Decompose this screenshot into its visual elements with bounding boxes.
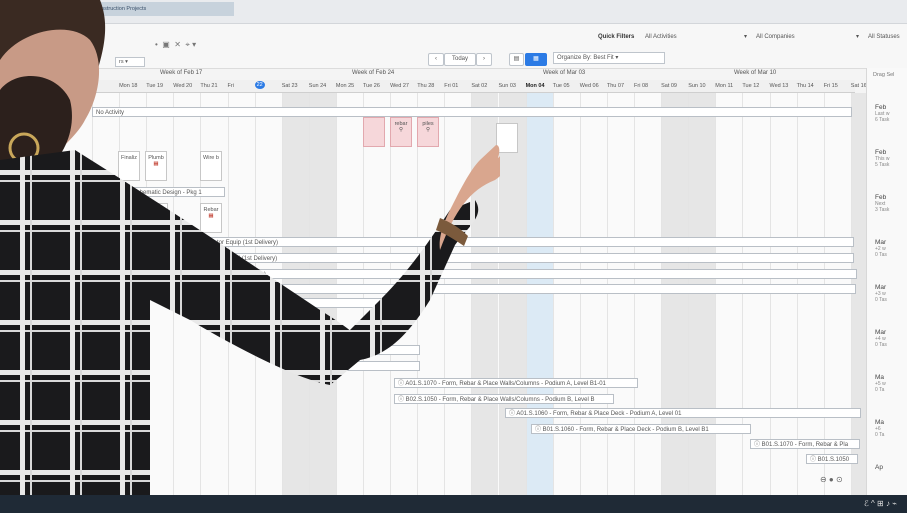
day-label[interactable]: Mon 04 (526, 83, 545, 89)
task-label: A01.S.1060 - Form, Rebar & Place Deck - … (516, 411, 682, 417)
panel-week-item[interactable]: Ma +5 w0 Ta (875, 374, 886, 393)
organize-select[interactable]: Organize By: Best Fit ▾ (553, 52, 665, 64)
panel-week-count: 5 Task (875, 162, 890, 168)
task-bar-b01-1060[interactable]: ⓘ B01.S.1060 - Form, Rebar & Place Deck … (531, 424, 751, 434)
panel-week-title: Mar (875, 239, 887, 246)
task-label: B01.S.1060 - Form, Rebar & Place Deck - … (542, 427, 709, 433)
system-tray[interactable]: ℰ ^ ⊞ ♪ ⌁ (864, 499, 897, 508)
panel-week-count: 0 Tas (875, 252, 887, 258)
panel-week-item[interactable]: Ap (875, 464, 883, 471)
day-label[interactable]: Tue 12 (742, 83, 759, 89)
task-bar-b01-1050[interactable]: ⓘ B01.S.1050 (806, 454, 858, 464)
day-column[interactable] (525, 93, 553, 505)
week-label: Week of Mar 10 (734, 70, 777, 76)
chevron-down-icon[interactable]: ▾ (744, 33, 747, 40)
list-view-button[interactable]: ▤ (509, 53, 524, 66)
quick-filters-label: Quick Filters (598, 34, 635, 40)
panel-week-count: 3 Task (875, 207, 890, 213)
task-bar-a01-1060[interactable]: ⓘ A01.S.1060 - Form, Rebar & Place Deck … (505, 408, 861, 418)
day-label[interactable]: Sun 10 (688, 83, 705, 89)
panel-week-count: 0 Tas (875, 297, 887, 303)
schedule-screen: Construction Projects Quick Filters All … (0, 0, 907, 513)
day-column[interactable] (634, 93, 661, 505)
day-label[interactable]: Fri 15 (824, 83, 838, 89)
panel-week-title: Feb (875, 149, 887, 156)
panel-header: Drag Sel (873, 72, 895, 78)
right-panel: Drag Sel Feb Last w6 Task Feb This w5 Task F… (866, 68, 907, 505)
week-label: Week of Mar 03 (543, 70, 586, 76)
panel-week-item[interactable]: Mar +4 w0 Tas (875, 329, 887, 348)
day-label[interactable]: Sat 16 (851, 83, 867, 89)
chevron-down-icon[interactable]: ▾ (856, 33, 859, 40)
calendar-view-button[interactable]: ▦ (525, 53, 547, 66)
panel-week-item[interactable]: Mar +3 w0 Tas (875, 284, 887, 303)
panel-week-title: Ap (875, 464, 883, 471)
day-column[interactable] (688, 93, 716, 505)
presenter-silhouette (0, 0, 500, 513)
zoom-controls[interactable]: ⊖ ● ⊙ (820, 475, 843, 484)
panel-week-item[interactable]: Mar +2 w0 Tas (875, 239, 887, 258)
day-column[interactable] (579, 93, 607, 505)
day-column[interactable] (715, 93, 742, 505)
day-column[interactable] (498, 93, 526, 505)
task-label: B01.S.1070 - Form, Rebar & Pla (761, 442, 849, 448)
panel-week-count: 6 Task (875, 117, 890, 123)
statuses-filter[interactable]: All Statuses (868, 34, 900, 40)
day-column[interactable] (552, 93, 580, 505)
panel-week-count: 0 Ta (875, 387, 885, 393)
day-label[interactable]: Wed 13 (770, 83, 789, 89)
panel-week-count: 0 Tas (875, 342, 887, 348)
day-label[interactable]: Mon 11 (715, 83, 733, 89)
panel-week-title: Mar (875, 329, 887, 336)
panel-week-title: Mar (875, 284, 887, 291)
task-label: B01.S.1050 (817, 457, 850, 463)
day-label[interactable]: Thu 07 (607, 83, 624, 89)
day-label[interactable]: Tue 05 (553, 83, 570, 89)
panel-week-item[interactable]: Feb Last w6 Task (875, 104, 889, 123)
activities-filter[interactable]: All Activities (645, 34, 677, 40)
day-column[interactable] (661, 93, 689, 505)
companies-filter[interactable]: All Companies (756, 34, 795, 40)
organize-label: Organize By: Best Fit (557, 55, 614, 61)
day-label[interactable]: Thu 14 (797, 83, 814, 89)
day-column[interactable] (606, 93, 634, 505)
panel-week-item[interactable]: Feb Next 3 Task (875, 194, 889, 213)
panel-week-title: Feb (875, 104, 887, 111)
taskbar: ℰ ^ ⊞ ♪ ⌁ (0, 495, 907, 513)
panel-week-title: Ma (875, 419, 885, 426)
panel-week-title: Feb (875, 194, 887, 201)
panel-week-count: 0 Ta (875, 432, 885, 438)
task-bar-b01-1070[interactable]: ⓘ B01.S.1070 - Form, Rebar & Pla (750, 439, 860, 449)
day-label[interactable]: Fri 08 (634, 83, 648, 89)
panel-week-item[interactable]: Ma +6 0 Ta (875, 419, 884, 438)
panel-week-title: Ma (875, 374, 885, 381)
day-label[interactable]: Sat 09 (661, 83, 677, 89)
panel-week-item[interactable]: Feb This w5 Task (875, 149, 889, 168)
day-label[interactable]: Sun 03 (499, 83, 516, 89)
day-label[interactable]: Wed 06 (580, 83, 599, 89)
